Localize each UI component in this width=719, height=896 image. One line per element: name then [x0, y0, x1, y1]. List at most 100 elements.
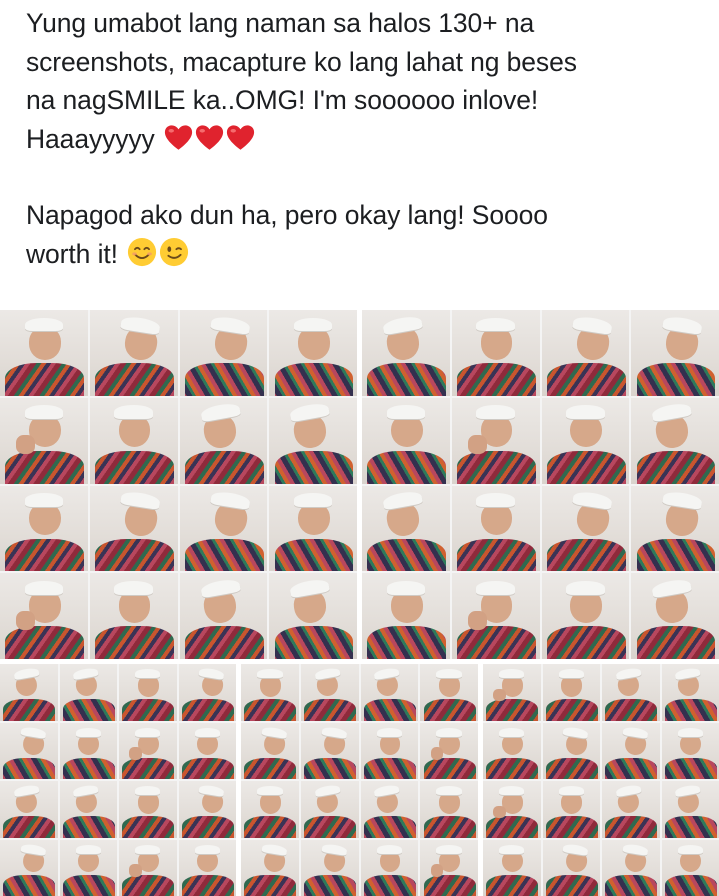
screenshot-thumbnail — [360, 839, 419, 896]
screenshot-thumbnail — [89, 310, 178, 396]
screenshot-thumbnail — [300, 722, 359, 779]
screenshot-thumbnail — [451, 310, 540, 396]
screenshot-thumbnail — [661, 781, 719, 838]
screenshot-thumbnail — [483, 722, 541, 779]
screenshot-thumbnail — [59, 839, 117, 896]
screenshot-thumbnail — [300, 839, 359, 896]
screenshot-thumbnail — [451, 573, 540, 659]
post-line-4: Haaayyyyy — [26, 123, 155, 154]
screenshot-thumbnail — [89, 573, 178, 659]
red-heart-icon — [195, 124, 224, 152]
screenshot-thumbnail — [0, 397, 88, 484]
screenshot-thumbnail — [269, 573, 357, 659]
collage-bottom-middle[interactable] — [241, 664, 478, 896]
photo-collage-area — [0, 310, 719, 896]
screenshot-thumbnail — [360, 664, 419, 721]
screenshot-thumbnail — [269, 397, 357, 484]
screenshot-thumbnail — [541, 310, 630, 396]
post-line-1: Yung umabot lang naman sa halos 130+ na — [26, 8, 535, 38]
collage-top-left[interactable] — [0, 310, 357, 659]
screenshot-thumbnail — [269, 310, 357, 396]
screenshot-thumbnail — [661, 664, 719, 721]
screenshot-thumbnail — [602, 839, 660, 896]
screenshot-thumbnail — [179, 573, 268, 659]
screenshot-thumbnail — [420, 722, 478, 779]
screenshot-thumbnail — [269, 485, 357, 572]
winking-face-icon — [159, 237, 189, 267]
red-heart-icon — [164, 124, 193, 152]
screenshot-thumbnail — [451, 397, 540, 484]
red-heart-icon — [226, 124, 255, 152]
screenshot-thumbnail — [0, 664, 58, 721]
screenshot-thumbnail — [661, 722, 719, 779]
screenshot-thumbnail — [362, 397, 450, 484]
screenshot-thumbnail — [178, 839, 236, 896]
screenshot-thumbnail — [420, 781, 478, 838]
screenshot-thumbnail — [241, 722, 299, 779]
screenshot-thumbnail — [119, 722, 177, 779]
screenshot-thumbnail — [119, 839, 177, 896]
screenshot-thumbnail — [119, 664, 177, 721]
screenshot-thumbnail — [0, 781, 58, 838]
screenshot-thumbnail — [542, 722, 600, 779]
screenshot-thumbnail — [542, 664, 600, 721]
screenshot-thumbnail — [179, 485, 268, 572]
screenshot-thumbnail — [300, 664, 359, 721]
screenshot-thumbnail — [59, 722, 117, 779]
screenshot-thumbnail — [0, 573, 88, 659]
screenshot-thumbnail — [179, 397, 268, 484]
screenshot-thumbnail — [631, 573, 719, 659]
screenshot-thumbnail — [542, 781, 600, 838]
post-line-2: screenshots, macapture ko lang lahat ng … — [26, 46, 577, 77]
screenshot-thumbnail — [59, 781, 117, 838]
post-line-3: na nagSMILE ka..OMG! I'm soooooo inlove! — [26, 85, 539, 115]
collage-bottom-left[interactable] — [0, 664, 236, 896]
screenshot-thumbnail — [602, 664, 660, 721]
post-line-5: Napagod ako dun ha, pero okay lang! Sooo… — [26, 200, 548, 230]
post-line-6-row: worth it! — [26, 235, 706, 274]
screenshot-thumbnail — [241, 839, 299, 896]
screenshot-thumbnail — [631, 485, 719, 572]
screenshot-thumbnail — [178, 722, 236, 779]
screenshot-thumbnail — [541, 397, 630, 484]
screenshot-thumbnail — [0, 485, 88, 572]
screenshot-thumbnail — [241, 781, 299, 838]
screenshot-thumbnail — [0, 722, 58, 779]
screenshot-thumbnail — [241, 664, 299, 721]
screenshot-thumbnail — [542, 839, 600, 896]
screenshot-thumbnail — [420, 664, 478, 721]
screenshot-thumbnail — [602, 722, 660, 779]
screenshot-thumbnail — [360, 781, 419, 838]
screenshot-thumbnail — [89, 485, 178, 572]
post-line-6: worth it! — [26, 238, 118, 269]
screenshot-thumbnail — [178, 781, 236, 838]
screenshot-thumbnail — [300, 781, 359, 838]
post-text: Yung umabot lang naman sa halos 130+ na … — [26, 4, 706, 273]
screenshot-thumbnail — [59, 664, 117, 721]
collage-top-right[interactable] — [362, 310, 719, 659]
screenshot-thumbnail — [483, 781, 541, 838]
screenshot-thumbnail — [602, 781, 660, 838]
screenshot-thumbnail — [541, 573, 630, 659]
screenshot-thumbnail — [631, 397, 719, 484]
screenshot-thumbnail — [362, 485, 450, 572]
screenshot-thumbnail — [661, 839, 719, 896]
screenshot-thumbnail — [360, 722, 419, 779]
smiling-face-icon — [127, 237, 157, 267]
screenshot-thumbnail — [451, 485, 540, 572]
screenshot-thumbnail — [631, 310, 719, 396]
screenshot-thumbnail — [362, 310, 450, 396]
screenshot-thumbnail — [362, 573, 450, 659]
screenshot-thumbnail — [483, 664, 541, 721]
collage-bottom-right[interactable] — [483, 664, 719, 896]
screenshot-thumbnail — [0, 839, 58, 896]
screenshot-thumbnail — [179, 310, 268, 396]
screenshot-thumbnail — [178, 664, 236, 721]
screenshot-thumbnail — [89, 397, 178, 484]
screenshot-thumbnail — [420, 839, 478, 896]
screenshot-thumbnail — [483, 839, 541, 896]
screenshot-thumbnail — [119, 781, 177, 838]
post-line-4-row: Haaayyyyy — [26, 120, 706, 159]
screenshot-thumbnail — [0, 310, 88, 396]
